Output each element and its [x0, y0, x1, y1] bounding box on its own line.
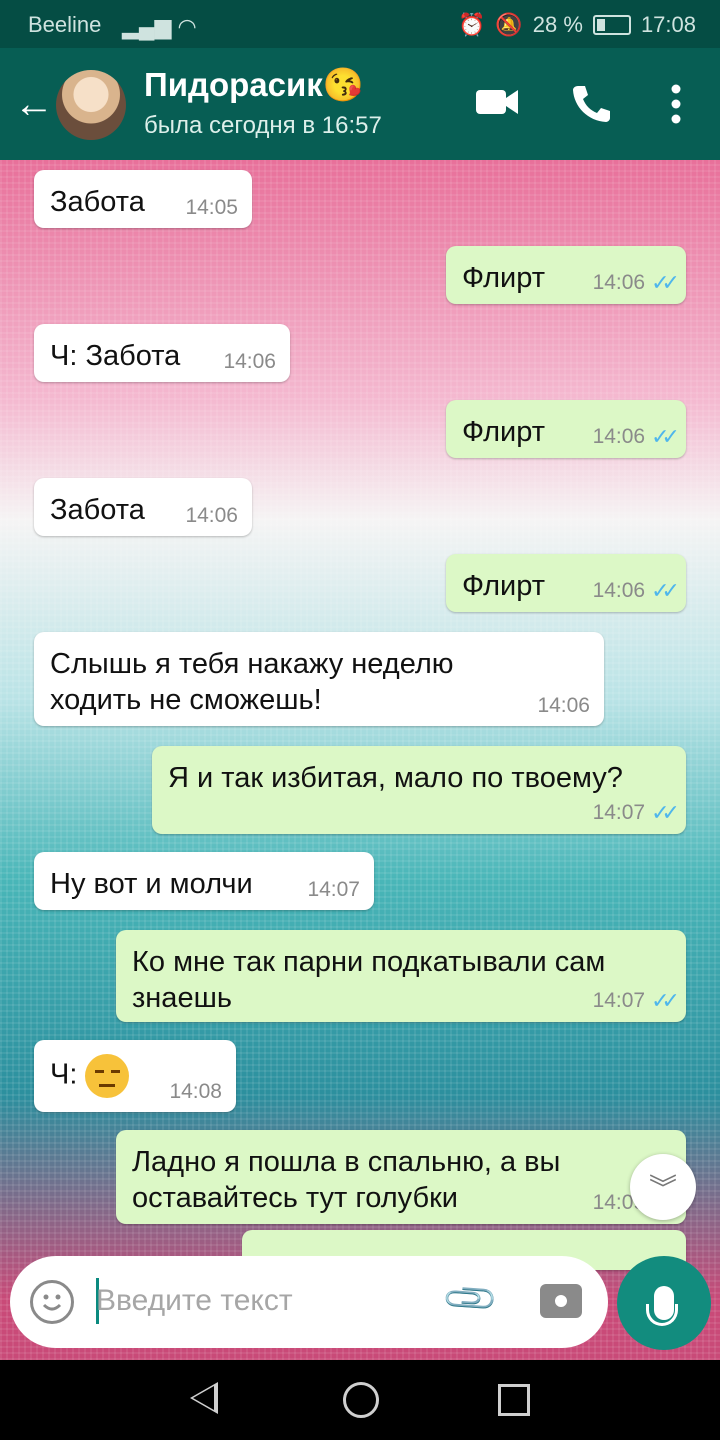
message-time: 14:06: [592, 579, 646, 602]
message-bubble-out[interactable]: Флирт 14:06 ✓✓: [446, 554, 686, 612]
message-time: 14:07: [592, 989, 646, 1012]
message-bubble-out[interactable]: Флирт 14:06 ✓✓: [446, 400, 686, 458]
signal-icon: ▂▄▆ ◠: [122, 14, 197, 39]
clock: 17:08: [640, 12, 696, 37]
microphone-icon: [646, 1286, 678, 1326]
message-time: 14:06: [592, 271, 646, 294]
message-bubble-out[interactable]: Ко мне так парни подкатывали сам знаешь …: [116, 930, 686, 1022]
message-input-bar: Введите текст 📎: [10, 1256, 608, 1348]
message-bubble-in[interactable]: Ну вот и молчи 14:07: [34, 852, 374, 910]
last-seen-status: была сегодня в 16:57: [144, 112, 382, 139]
back-arrow-icon[interactable]: ←: [14, 84, 54, 124]
message-time: 14:05: [185, 196, 238, 219]
attach-icon[interactable]: 📎: [440, 1268, 501, 1329]
system-nav-bar: [0, 1360, 720, 1440]
chat-header: ← Пидорасик😘 была сегодня в 16:57: [0, 48, 720, 160]
message-bubble-out[interactable]: Флирт 14:06 ✓✓: [446, 246, 686, 304]
message-time: 14:06: [537, 694, 590, 717]
alarm-icon: ⏰: [457, 12, 486, 37]
message-time: 14:08: [169, 1080, 222, 1103]
message-time: 14:07: [307, 878, 360, 901]
message-input[interactable]: Введите текст: [96, 1284, 293, 1318]
scroll-down-button[interactable]: ︾: [630, 1154, 696, 1220]
mute-icon: 🔕: [495, 12, 523, 37]
message-bubble-in[interactable]: Слышь я тебя накажу неделю ходить не смо…: [34, 632, 604, 726]
contact-name[interactable]: Пидорасик😘: [144, 66, 364, 105]
chevron-double-down-icon: ︾: [648, 1173, 677, 1204]
read-receipt-icon: ✓✓: [651, 578, 680, 603]
message-time: 14:06: [223, 350, 276, 373]
message-time: 14:06: [592, 425, 646, 448]
carrier-name: Beeline: [28, 12, 102, 37]
voice-record-button[interactable]: [617, 1256, 711, 1350]
chat-area[interactable]: Забота 14:05 Флирт 14:06 ✓✓ Ч: Забота 14:…: [0, 160, 720, 1360]
read-receipt-icon: ✓✓: [651, 800, 680, 825]
camera-icon[interactable]: [540, 1284, 582, 1318]
battery-icon: [592, 15, 631, 35]
read-receipt-icon: ✓✓: [651, 988, 680, 1013]
message-time: 14:07: [592, 801, 646, 824]
avatar[interactable]: [56, 70, 126, 140]
status-bar: Beeline ▂▄▆ ◠ ⏰ 🔕 28 % 17:08: [0, 0, 720, 48]
video-call-icon[interactable]: [474, 84, 520, 120]
unamused-face-icon: [85, 1054, 130, 1098]
message-bubble-in[interactable]: Забота 14:06: [34, 478, 252, 536]
battery-percent: 28 %: [532, 12, 583, 37]
message-bubble-out[interactable]: Ладно я пошла в спальню, а вы оставайтес…: [116, 1130, 686, 1224]
more-options-icon[interactable]: [670, 84, 682, 124]
message-bubble-in[interactable]: Забота 14:05: [34, 170, 252, 228]
nav-recents-icon[interactable]: [498, 1384, 530, 1416]
nav-home-icon[interactable]: [343, 1382, 379, 1418]
message-bubble-out[interactable]: Я и так избитая, мало по твоему? 14:07 ✓✓: [152, 746, 686, 834]
voice-call-icon[interactable]: [570, 82, 612, 124]
read-receipt-icon: ✓✓: [651, 424, 680, 449]
message-bubble-in[interactable]: Ч: 14:08: [34, 1040, 236, 1112]
message-time: 14:06: [185, 504, 238, 527]
message-bubble-in[interactable]: Ч: Забота 14:06: [34, 324, 290, 382]
nav-back-icon[interactable]: [190, 1382, 218, 1414]
read-receipt-icon: ✓✓: [651, 270, 680, 295]
emoji-icon[interactable]: [30, 1280, 74, 1324]
